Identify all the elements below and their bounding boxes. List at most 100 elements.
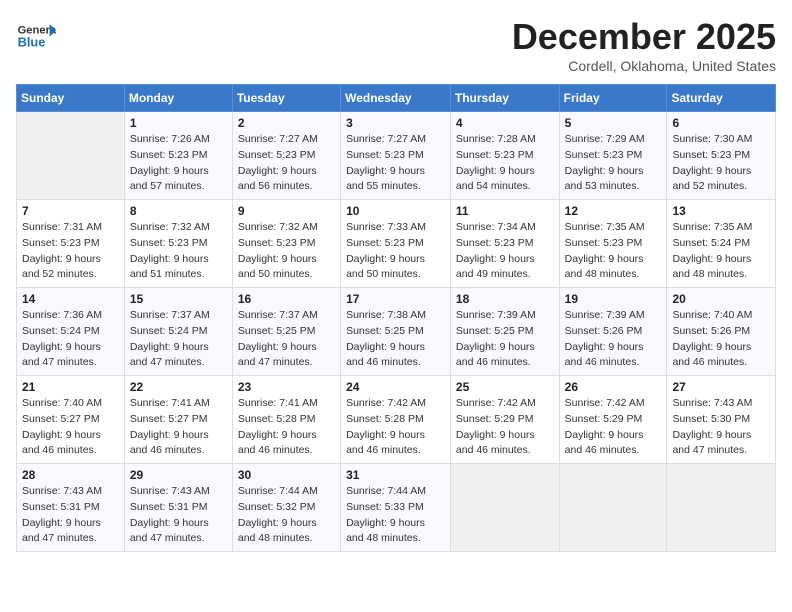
header-wednesday: Wednesday: [341, 85, 451, 112]
title-area: December 2025 Cordell, Oklahoma, United …: [512, 16, 776, 74]
day-detail: Sunrise: 7:37 AMSunset: 5:24 PMDaylight:…: [130, 309, 210, 368]
day-number: 17: [346, 292, 445, 306]
day-detail: Sunrise: 7:29 AMSunset: 5:23 PMDaylight:…: [565, 133, 645, 192]
day-number: 13: [672, 204, 770, 218]
day-number: 18: [456, 292, 554, 306]
calendar-cell: [17, 112, 125, 200]
day-detail: Sunrise: 7:34 AMSunset: 5:23 PMDaylight:…: [456, 221, 536, 280]
day-detail: Sunrise: 7:27 AMSunset: 5:23 PMDaylight:…: [346, 133, 426, 192]
calendar-week-1: 7 Sunrise: 7:31 AMSunset: 5:23 PMDayligh…: [17, 200, 776, 288]
day-number: 1: [130, 116, 227, 130]
calendar-cell: [667, 464, 776, 552]
logo: General Blue: [16, 16, 60, 56]
page-header: General Blue December 2025 Cordell, Okla…: [16, 16, 776, 74]
calendar-cell: 6 Sunrise: 7:30 AMSunset: 5:23 PMDayligh…: [667, 112, 776, 200]
day-number: 24: [346, 380, 445, 394]
day-number: 21: [22, 380, 119, 394]
day-number: 28: [22, 468, 119, 482]
day-detail: Sunrise: 7:42 AMSunset: 5:28 PMDaylight:…: [346, 397, 426, 456]
day-number: 31: [346, 468, 445, 482]
day-detail: Sunrise: 7:30 AMSunset: 5:23 PMDaylight:…: [672, 133, 752, 192]
calendar-cell: 16 Sunrise: 7:37 AMSunset: 5:25 PMDaylig…: [232, 288, 340, 376]
day-detail: Sunrise: 7:36 AMSunset: 5:24 PMDaylight:…: [22, 309, 102, 368]
day-detail: Sunrise: 7:43 AMSunset: 5:31 PMDaylight:…: [22, 485, 102, 544]
day-number: 8: [130, 204, 227, 218]
day-number: 22: [130, 380, 227, 394]
header-tuesday: Tuesday: [232, 85, 340, 112]
calendar-cell: 11 Sunrise: 7:34 AMSunset: 5:23 PMDaylig…: [450, 200, 559, 288]
calendar-cell: 19 Sunrise: 7:39 AMSunset: 5:26 PMDaylig…: [559, 288, 667, 376]
day-detail: Sunrise: 7:35 AMSunset: 5:24 PMDaylight:…: [672, 221, 752, 280]
calendar-cell: 20 Sunrise: 7:40 AMSunset: 5:26 PMDaylig…: [667, 288, 776, 376]
header-thursday: Thursday: [450, 85, 559, 112]
calendar-cell: 7 Sunrise: 7:31 AMSunset: 5:23 PMDayligh…: [17, 200, 125, 288]
day-number: 29: [130, 468, 227, 482]
calendar-cell: 28 Sunrise: 7:43 AMSunset: 5:31 PMDaylig…: [17, 464, 125, 552]
calendar-table: Sunday Monday Tuesday Wednesday Thursday…: [16, 84, 776, 552]
day-detail: Sunrise: 7:39 AMSunset: 5:25 PMDaylight:…: [456, 309, 536, 368]
day-detail: Sunrise: 7:43 AMSunset: 5:31 PMDaylight:…: [130, 485, 210, 544]
calendar-cell: 27 Sunrise: 7:43 AMSunset: 5:30 PMDaylig…: [667, 376, 776, 464]
day-detail: Sunrise: 7:37 AMSunset: 5:25 PMDaylight:…: [238, 309, 318, 368]
calendar-cell: 5 Sunrise: 7:29 AMSunset: 5:23 PMDayligh…: [559, 112, 667, 200]
location-title: Cordell, Oklahoma, United States: [512, 58, 776, 74]
calendar-cell: 25 Sunrise: 7:42 AMSunset: 5:29 PMDaylig…: [450, 376, 559, 464]
calendar-cell: 30 Sunrise: 7:44 AMSunset: 5:32 PMDaylig…: [232, 464, 340, 552]
calendar-cell: 4 Sunrise: 7:28 AMSunset: 5:23 PMDayligh…: [450, 112, 559, 200]
day-number: 10: [346, 204, 445, 218]
day-number: 27: [672, 380, 770, 394]
day-number: 23: [238, 380, 335, 394]
calendar-cell: 31 Sunrise: 7:44 AMSunset: 5:33 PMDaylig…: [341, 464, 451, 552]
calendar-cell: 17 Sunrise: 7:38 AMSunset: 5:25 PMDaylig…: [341, 288, 451, 376]
calendar-cell: 1 Sunrise: 7:26 AMSunset: 5:23 PMDayligh…: [124, 112, 232, 200]
calendar-cell: 18 Sunrise: 7:39 AMSunset: 5:25 PMDaylig…: [450, 288, 559, 376]
day-detail: Sunrise: 7:42 AMSunset: 5:29 PMDaylight:…: [456, 397, 536, 456]
day-number: 6: [672, 116, 770, 130]
day-detail: Sunrise: 7:40 AMSunset: 5:27 PMDaylight:…: [22, 397, 102, 456]
day-number: 9: [238, 204, 335, 218]
calendar-cell: 22 Sunrise: 7:41 AMSunset: 5:27 PMDaylig…: [124, 376, 232, 464]
day-detail: Sunrise: 7:42 AMSunset: 5:29 PMDaylight:…: [565, 397, 645, 456]
day-number: 3: [346, 116, 445, 130]
day-number: 19: [565, 292, 662, 306]
day-number: 11: [456, 204, 554, 218]
day-number: 12: [565, 204, 662, 218]
day-number: 26: [565, 380, 662, 394]
day-detail: Sunrise: 7:41 AMSunset: 5:27 PMDaylight:…: [130, 397, 210, 456]
day-number: 7: [22, 204, 119, 218]
day-number: 2: [238, 116, 335, 130]
calendar-cell: 10 Sunrise: 7:33 AMSunset: 5:23 PMDaylig…: [341, 200, 451, 288]
day-detail: Sunrise: 7:31 AMSunset: 5:23 PMDaylight:…: [22, 221, 102, 280]
header-row: Sunday Monday Tuesday Wednesday Thursday…: [17, 85, 776, 112]
header-monday: Monday: [124, 85, 232, 112]
calendar-cell: 23 Sunrise: 7:41 AMSunset: 5:28 PMDaylig…: [232, 376, 340, 464]
day-detail: Sunrise: 7:39 AMSunset: 5:26 PMDaylight:…: [565, 309, 645, 368]
day-detail: Sunrise: 7:28 AMSunset: 5:23 PMDaylight:…: [456, 133, 536, 192]
calendar-cell: 14 Sunrise: 7:36 AMSunset: 5:24 PMDaylig…: [17, 288, 125, 376]
day-number: 4: [456, 116, 554, 130]
calendar-week-2: 14 Sunrise: 7:36 AMSunset: 5:24 PMDaylig…: [17, 288, 776, 376]
day-detail: Sunrise: 7:44 AMSunset: 5:33 PMDaylight:…: [346, 485, 426, 544]
calendar-cell: 21 Sunrise: 7:40 AMSunset: 5:27 PMDaylig…: [17, 376, 125, 464]
month-title: December 2025: [512, 16, 776, 58]
calendar-cell: 26 Sunrise: 7:42 AMSunset: 5:29 PMDaylig…: [559, 376, 667, 464]
calendar-header: Sunday Monday Tuesday Wednesday Thursday…: [17, 85, 776, 112]
day-number: 20: [672, 292, 770, 306]
calendar-cell: 2 Sunrise: 7:27 AMSunset: 5:23 PMDayligh…: [232, 112, 340, 200]
day-detail: Sunrise: 7:32 AMSunset: 5:23 PMDaylight:…: [130, 221, 210, 280]
day-detail: Sunrise: 7:26 AMSunset: 5:23 PMDaylight:…: [130, 133, 210, 192]
day-number: 5: [565, 116, 662, 130]
day-detail: Sunrise: 7:40 AMSunset: 5:26 PMDaylight:…: [672, 309, 752, 368]
day-number: 30: [238, 468, 335, 482]
calendar-week-4: 28 Sunrise: 7:43 AMSunset: 5:31 PMDaylig…: [17, 464, 776, 552]
day-detail: Sunrise: 7:33 AMSunset: 5:23 PMDaylight:…: [346, 221, 426, 280]
day-number: 16: [238, 292, 335, 306]
svg-text:Blue: Blue: [18, 34, 46, 49]
calendar-week-0: 1 Sunrise: 7:26 AMSunset: 5:23 PMDayligh…: [17, 112, 776, 200]
day-number: 25: [456, 380, 554, 394]
header-friday: Friday: [559, 85, 667, 112]
day-number: 14: [22, 292, 119, 306]
calendar-cell: 9 Sunrise: 7:32 AMSunset: 5:23 PMDayligh…: [232, 200, 340, 288]
day-detail: Sunrise: 7:43 AMSunset: 5:30 PMDaylight:…: [672, 397, 752, 456]
calendar-cell: 15 Sunrise: 7:37 AMSunset: 5:24 PMDaylig…: [124, 288, 232, 376]
